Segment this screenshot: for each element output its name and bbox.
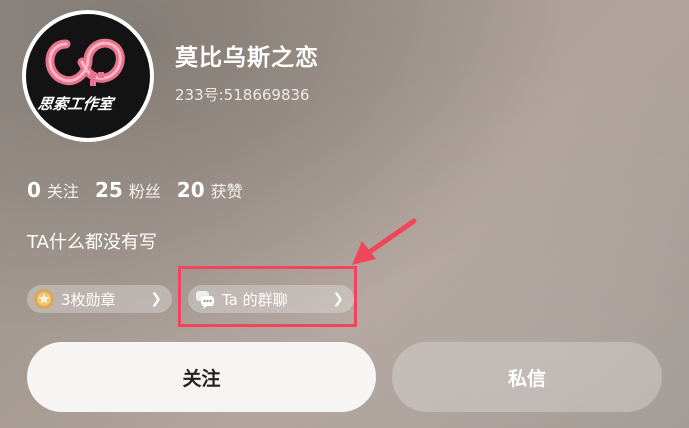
medal-icon	[33, 288, 55, 310]
chevron-right-icon: ❯	[332, 291, 344, 307]
stat-likes[interactable]: 20 获赞	[177, 178, 243, 202]
profile-bio: TA什么都没有写	[27, 232, 157, 253]
avatar-logo: 思索工作室	[26, 14, 150, 138]
stat-followers-count: 25	[94, 178, 123, 202]
avatar[interactable]: 思索工作室	[22, 10, 154, 142]
stat-likes-count: 20	[176, 178, 205, 202]
chat-bubbles-icon	[194, 288, 216, 310]
stat-following-label: 关注	[46, 182, 79, 201]
stat-followers[interactable]: 25 粉丝	[95, 178, 161, 202]
profile-name: 莫比乌斯之恋	[175, 45, 319, 71]
stat-following[interactable]: 0 关注	[27, 178, 79, 202]
badges-chip-label: 3枚勋章	[61, 290, 116, 309]
stat-likes-label: 获赞	[210, 182, 243, 201]
stat-following-count: 0	[27, 178, 41, 202]
group-chats-chip[interactable]: Ta 的群聊 ❯	[188, 285, 354, 313]
chevron-right-icon: ❯	[150, 291, 162, 307]
message-button[interactable]: 私信	[392, 342, 662, 412]
studio-logo-icon: 思索工作室	[37, 38, 125, 113]
annotation-arrow-icon	[352, 218, 417, 265]
profile-stats: 0 关注 25 粉丝 20 获赞	[27, 178, 259, 202]
stat-followers-label: 粉丝	[128, 182, 161, 201]
badges-chip[interactable]: 3枚勋章 ❯	[27, 285, 172, 313]
profile-uid: 233号:518669836	[175, 86, 310, 104]
group-chats-chip-label: Ta 的群聊	[222, 290, 288, 309]
follow-button[interactable]: 关注	[27, 342, 376, 412]
avatar-logo-text: 思索工作室	[37, 95, 117, 113]
